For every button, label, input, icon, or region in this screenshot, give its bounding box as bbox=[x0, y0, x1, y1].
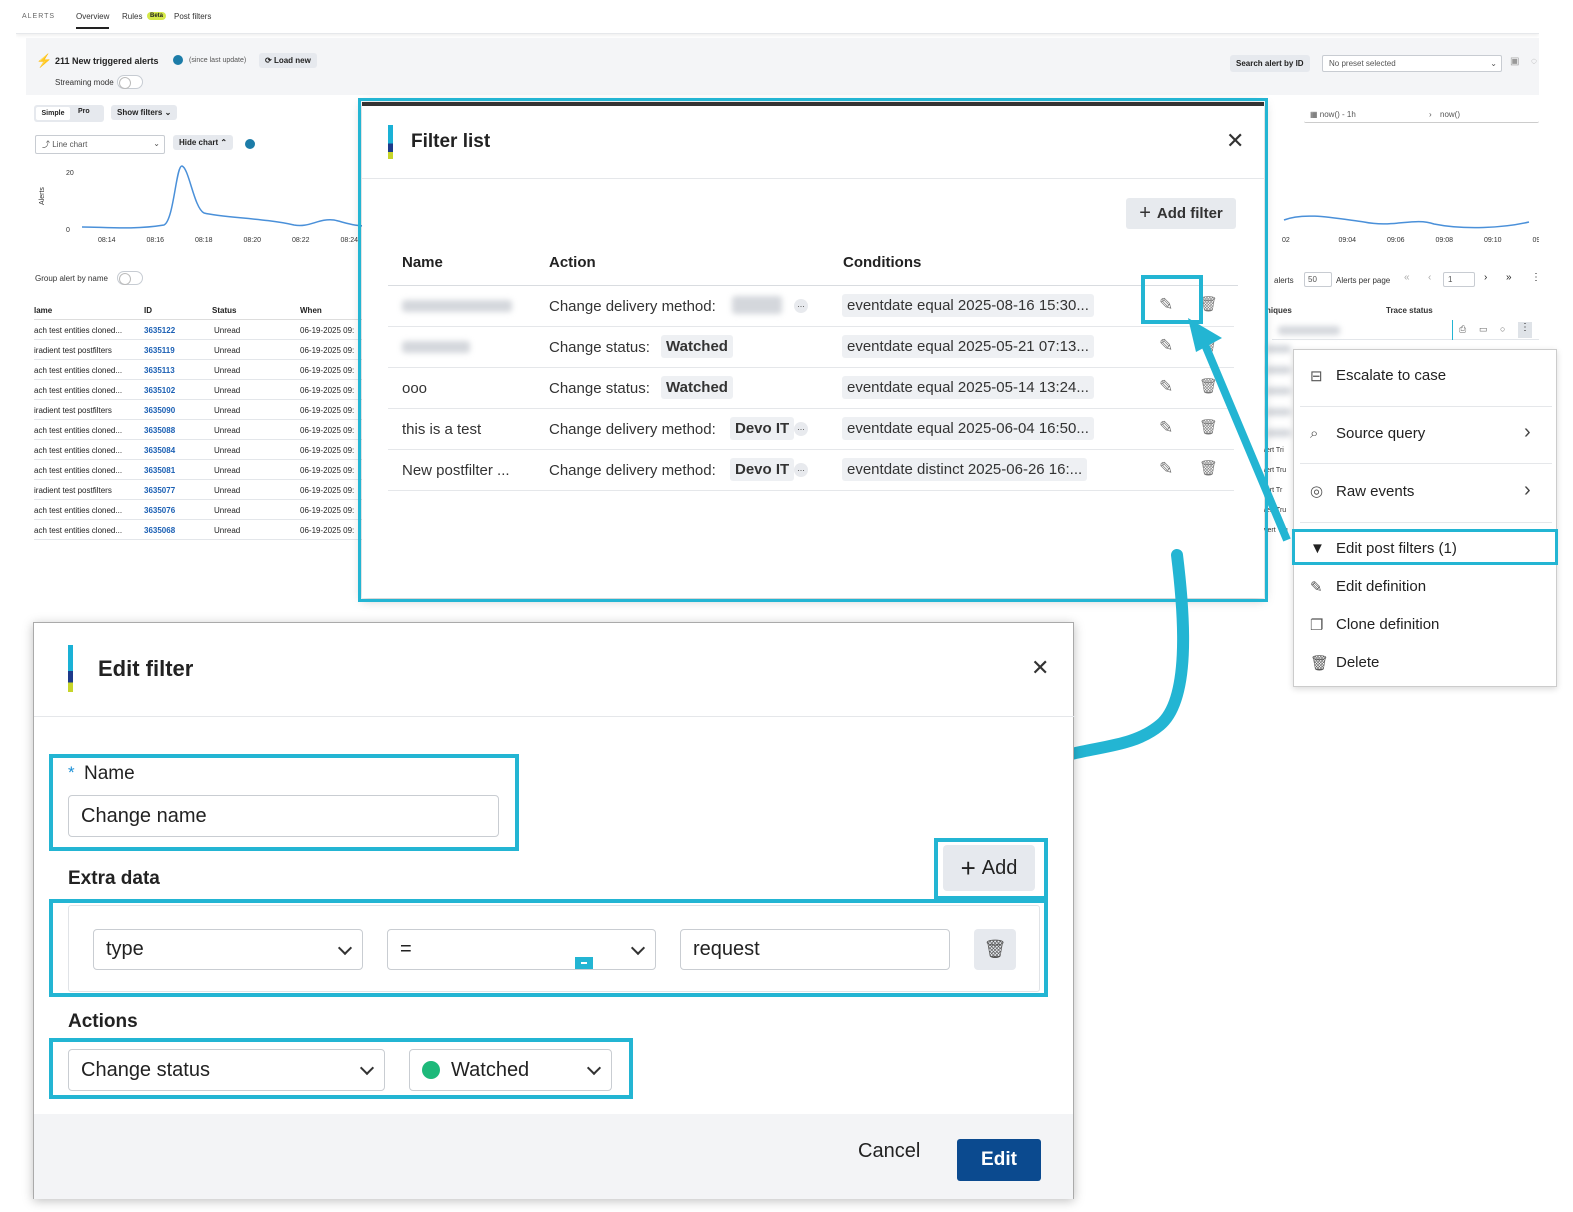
edit-filter-title: Edit filter bbox=[98, 656, 194, 681]
arrow-to-pencil bbox=[1199, 338, 1291, 542]
actions-label: Actions bbox=[68, 1011, 138, 1032]
extra-data-highlight bbox=[49, 899, 1048, 997]
edit-submit-button[interactable]: Edit bbox=[957, 1139, 1041, 1181]
header-divider bbox=[34, 716, 1075, 717]
arrow-head-pencil bbox=[1188, 318, 1222, 352]
title-accent-bar bbox=[68, 645, 73, 692]
add-button-highlight bbox=[934, 838, 1048, 900]
extra-data-label: Extra data bbox=[68, 868, 160, 889]
cancel-button[interactable]: Cancel bbox=[858, 1140, 920, 1163]
name-field-highlight bbox=[49, 754, 519, 851]
modal-footer: Cancel Edit bbox=[34, 1114, 1073, 1199]
close-icon[interactable]: ✕ bbox=[1031, 655, 1049, 681]
actions-highlight bbox=[49, 1038, 633, 1099]
